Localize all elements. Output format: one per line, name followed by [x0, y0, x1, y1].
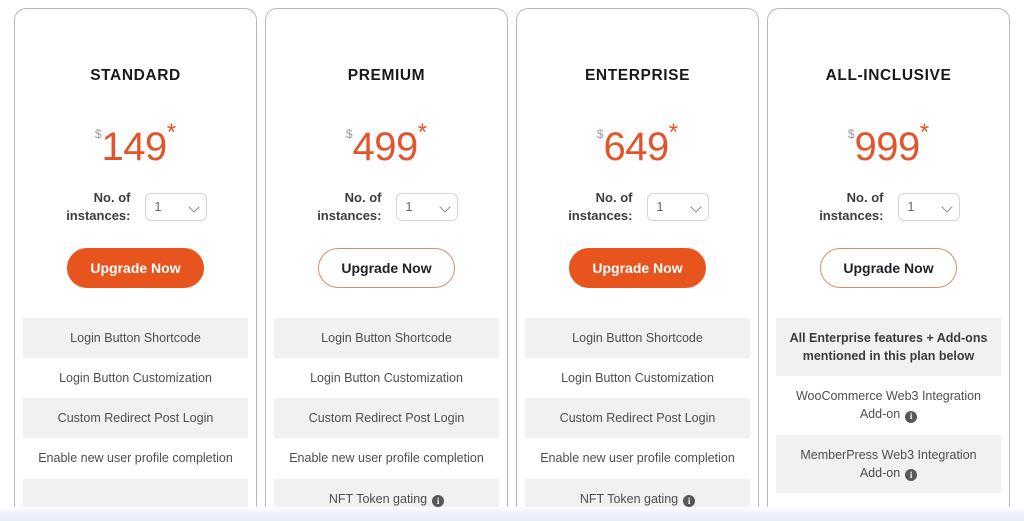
instances-label: No. of instances: [819, 190, 884, 223]
plan-title: ALL-INCLUSIVE [825, 67, 952, 84]
feature-row: MemberPress Web3 Integration Add-on i [776, 434, 1001, 493]
feature-label: All Enterprise features + Add-ons mentio… [789, 331, 988, 364]
instances-label: No. of instances: [568, 190, 633, 223]
instances-select-value: 1 [405, 199, 413, 214]
currency-symbol: $ [847, 127, 855, 141]
chevron-down-icon [438, 200, 451, 213]
feature-label: Login Button Customization [59, 371, 212, 386]
plan-card-enterprise: ENTERPRISE $649* No. of instances: 1 Upgrade… [516, 8, 759, 513]
instances-row: No. of instances: 1 [768, 189, 1009, 224]
feature-row: Login Button Shortcode [274, 318, 499, 359]
info-icon[interactable]: i [905, 469, 918, 482]
chevron-down-icon [689, 200, 702, 213]
feature-row: Login Button Customization [525, 358, 750, 399]
info-icon[interactable]: i [905, 410, 918, 423]
feature-row: Enable new user profile completion [23, 438, 248, 479]
feature-label: Custom Redirect Post Login [308, 411, 465, 426]
price-asterisk: * [417, 119, 428, 146]
cta-wrap: Upgrade Now [517, 248, 758, 289]
feature-label: Login Button Customization [561, 371, 714, 386]
instances-label: No. of instances: [66, 190, 131, 223]
plan-price: $999* [768, 119, 1009, 169]
feature-row: Custom Redirect Post Login [525, 398, 750, 439]
feature-label: Enable new user profile completion [540, 451, 735, 466]
currency-symbol: $ [345, 127, 353, 141]
plan-title: STANDARD [90, 67, 181, 84]
feature-row: All Enterprise features + Add-ons mentio… [776, 318, 1001, 377]
pricing-plans-row: STANDARD $149* No. of instances: 1 Upgrade N… [14, 8, 1010, 513]
pricing-page: STANDARD $149* No. of instances: 1 Upgrade N… [0, 0, 1024, 521]
info-icon[interactable]: i [432, 495, 445, 508]
feature-label: NFT Token gating [328, 491, 428, 506]
instances-select[interactable]: 1 [144, 192, 207, 221]
feature-label: Enable new user profile completion [289, 451, 484, 466]
feature-row: Login Button Shortcode [23, 318, 248, 359]
instances-row: No. of instances: 1 [517, 189, 758, 224]
price-asterisk: * [668, 119, 679, 146]
currency-symbol: $ [596, 127, 604, 141]
feature-list: Login Button Shortcode Login Button Custo… [15, 318, 256, 513]
instances-label: No. of instances: [317, 190, 382, 223]
currency-symbol: $ [94, 127, 102, 141]
plan-card-premium: PREMIUM $499* No. of instances: 1 Upgrade No… [265, 8, 508, 513]
feature-label: NFT Token gating [579, 491, 679, 506]
instances-select[interactable]: 1 [897, 192, 960, 221]
feature-label: Enable new user profile completion [38, 451, 233, 466]
feature-label: Custom Redirect Post Login [559, 411, 716, 426]
feature-label: Login Button Shortcode [70, 331, 201, 346]
instances-select[interactable]: 1 [646, 192, 709, 221]
info-icon[interactable]: i [683, 495, 696, 508]
price-amount: 999 [854, 125, 921, 169]
chevron-down-icon [187, 200, 200, 213]
feature-row: Enable new user profile completion [274, 438, 499, 479]
feature-row: Custom Redirect Post Login [274, 398, 499, 439]
chevron-down-icon [940, 200, 953, 213]
feature-label: WooCommerce Web3 Integration Add-on [795, 389, 982, 422]
feature-row: Login Button Customization [23, 358, 248, 399]
plan-card-all-inclusive: ALL-INCLUSIVE $999* No. of instances: 1 Upgr… [767, 8, 1010, 513]
instances-select-value: 1 [656, 199, 664, 214]
price-amount: 499 [352, 125, 419, 169]
upgrade-now-button[interactable]: Upgrade Now [318, 248, 455, 289]
plan-card-standard: STANDARD $149* No. of instances: 1 Upgrade N… [14, 8, 257, 513]
cta-wrap: Upgrade Now [768, 248, 1009, 289]
feature-list: All Enterprise features + Add-ons mentio… [768, 318, 1009, 513]
feature-row: Custom Redirect Post Login [23, 398, 248, 439]
feature-row: WooCommerce Web3 Integration Add-on i [776, 376, 1001, 435]
price-amount: 149 [101, 125, 168, 169]
feature-row: Login Button Shortcode [525, 318, 750, 359]
price-asterisk: * [919, 119, 930, 146]
cta-wrap: Upgrade Now [15, 248, 256, 289]
price-asterisk: * [166, 119, 177, 146]
feature-list: Login Button Shortcode Login Button Custo… [517, 318, 758, 513]
plan-title: ENTERPRISE [584, 67, 691, 84]
plan-price: $649* [517, 119, 758, 169]
price-amount: 649 [603, 125, 670, 169]
feature-label: MemberPress Web3 Integration Add-on [800, 447, 977, 480]
feature-label: Custom Redirect Post Login [57, 411, 214, 426]
upgrade-now-button[interactable]: Upgrade Now [569, 248, 706, 289]
instances-row: No. of instances: 1 [15, 189, 256, 224]
feature-row: Login Button Customization [274, 358, 499, 399]
page-bottom-gradient [0, 507, 1024, 521]
upgrade-now-button[interactable]: Upgrade Now [67, 248, 204, 289]
instances-select-value: 1 [154, 199, 162, 214]
feature-label: Login Button Shortcode [321, 331, 452, 346]
feature-label: Login Button Shortcode [572, 331, 703, 346]
feature-label: Login Button Customization [310, 371, 463, 386]
plan-title: PREMIUM [347, 67, 426, 84]
upgrade-now-button[interactable]: Upgrade Now [820, 248, 957, 289]
feature-row: Enable new user profile completion [525, 438, 750, 479]
plan-price: $499* [266, 119, 507, 169]
plan-price: $149* [15, 119, 256, 169]
instances-row: No. of instances: 1 [266, 189, 507, 224]
feature-list: Login Button Shortcode Login Button Custo… [266, 318, 507, 513]
cta-wrap: Upgrade Now [266, 248, 507, 289]
instances-select-value: 1 [907, 199, 915, 214]
instances-select[interactable]: 1 [395, 192, 458, 221]
